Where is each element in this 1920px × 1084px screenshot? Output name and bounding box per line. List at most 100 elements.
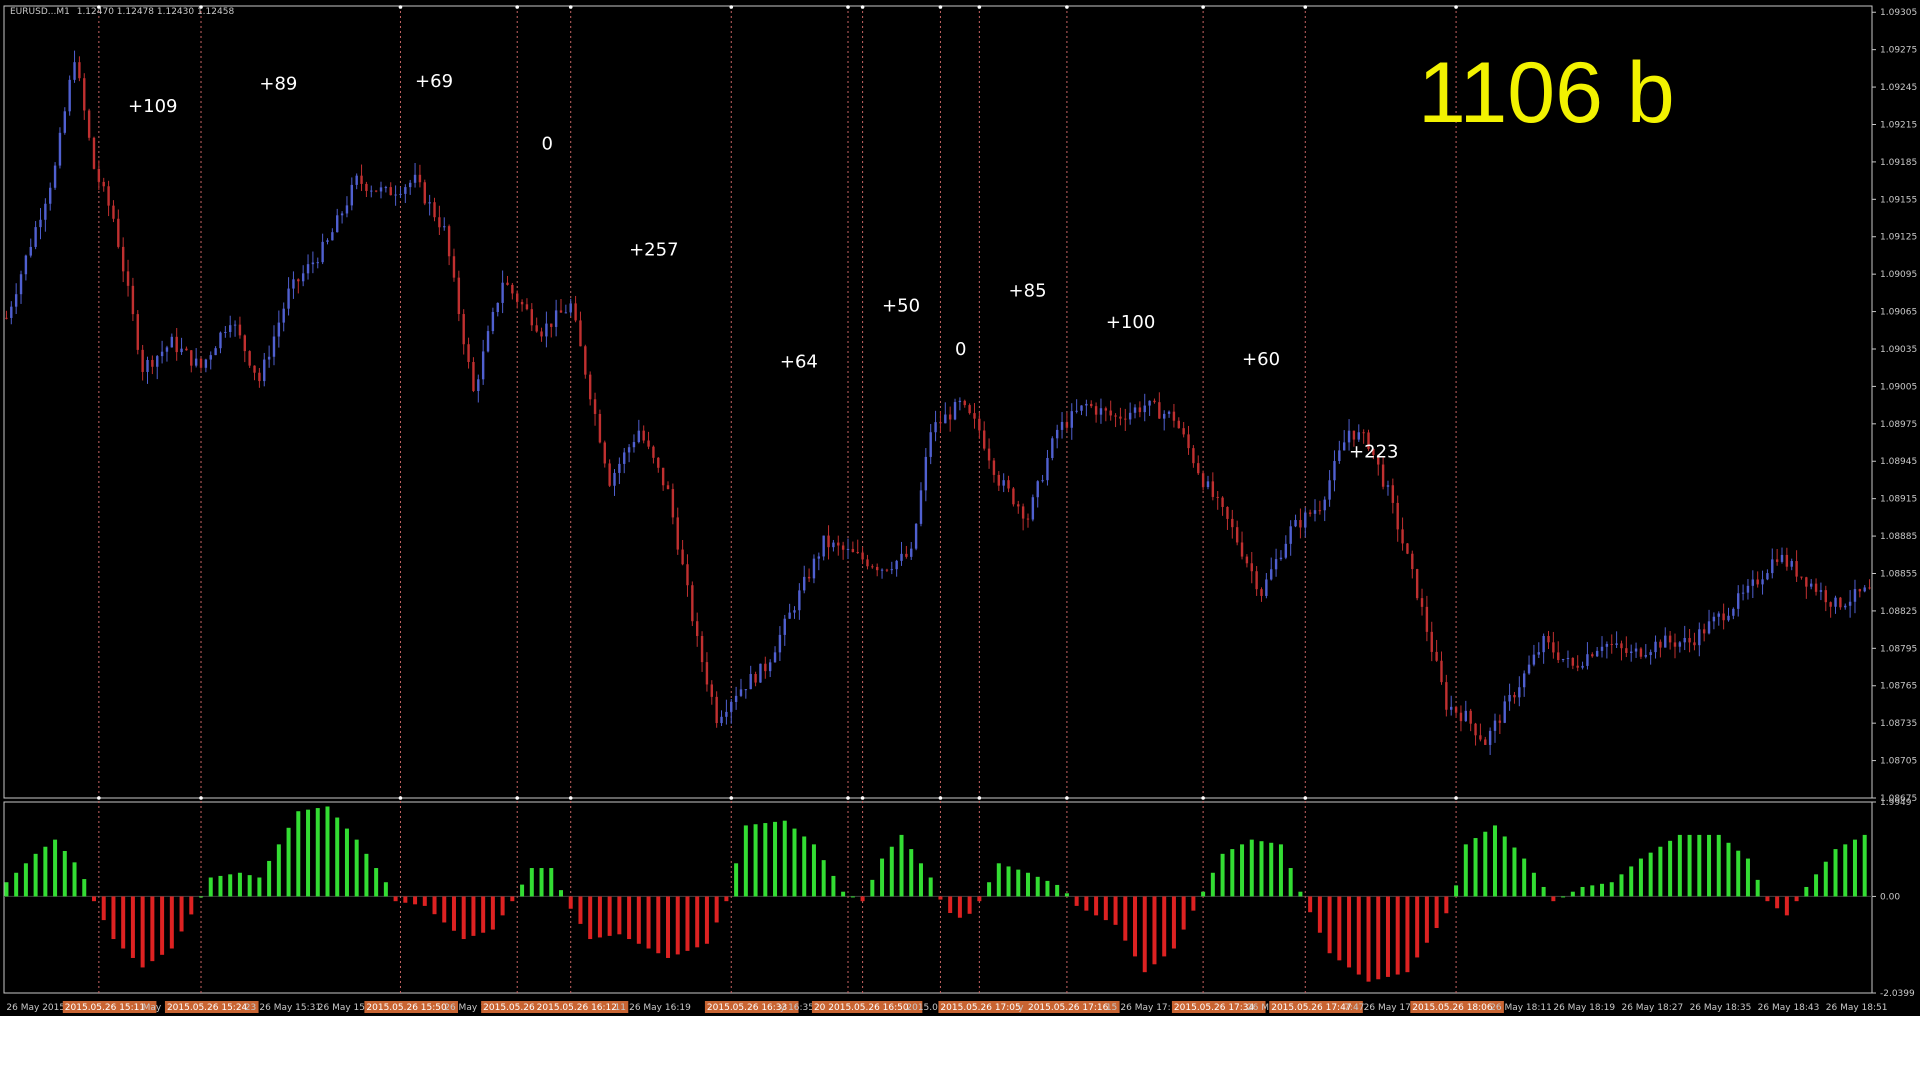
candle-body <box>1158 402 1161 419</box>
candle-body <box>1532 654 1536 665</box>
candle-body <box>204 359 208 368</box>
candle-body <box>1085 403 1088 406</box>
oscillator-bar <box>1142 896 1147 973</box>
candle-body <box>1464 710 1468 722</box>
candle-body <box>433 202 436 218</box>
candle-body <box>472 361 475 391</box>
candle-body <box>973 413 976 419</box>
oscillator-bar <box>889 846 894 897</box>
oscillator-bar <box>880 858 885 897</box>
time-axis-label: 26 M <box>1247 1003 1269 1013</box>
candle-body <box>535 325 538 332</box>
candle-body <box>1488 730 1492 745</box>
candle-body <box>501 282 504 303</box>
candle-body <box>447 226 451 257</box>
candle-body <box>1333 460 1336 481</box>
oscillator-bar <box>500 896 505 916</box>
candle-body <box>438 217 441 228</box>
candle-body <box>1138 407 1142 413</box>
candle-body <box>1099 408 1103 415</box>
candle-body <box>623 452 626 464</box>
candle-body <box>827 535 830 548</box>
candle-body <box>399 193 402 195</box>
oscillator-bar <box>1347 896 1352 968</box>
oscillator-bar <box>1668 840 1673 897</box>
candle-body <box>1323 499 1326 511</box>
candle-body <box>1440 660 1443 683</box>
candle-body <box>1848 601 1852 606</box>
oscillator-bar <box>1395 896 1400 975</box>
time-axis-label: 15 <box>1106 1003 1117 1013</box>
candle-body <box>1605 643 1609 647</box>
oscillator-bar <box>1570 891 1575 897</box>
oscillator-bar <box>831 875 836 897</box>
time-axis-label: 26 May 17: <box>1120 1003 1170 1013</box>
price-tick-label: 1.09275 <box>1880 46 1917 56</box>
candle-body <box>934 422 937 433</box>
candle-body <box>1824 590 1827 603</box>
oscillator-bar <box>1113 896 1118 925</box>
price-tick-label: 1.09155 <box>1880 195 1917 205</box>
marker-top-dot <box>1201 5 1205 9</box>
oscillator-bar <box>821 860 826 897</box>
candle-body <box>1595 650 1599 657</box>
candle-body <box>1766 573 1769 580</box>
price-tick-label: 1.09005 <box>1880 382 1917 392</box>
candle-body <box>579 320 582 347</box>
oscillator-bar <box>189 896 194 915</box>
time-axis-label: y <box>1018 1003 1024 1013</box>
candle-body <box>1649 652 1652 656</box>
candle-body <box>365 183 368 191</box>
candle-body <box>151 359 154 367</box>
price-tick-label: 1.08765 <box>1880 682 1917 692</box>
oscillator-bar <box>1843 844 1848 897</box>
trade-result-label: +89 <box>259 74 297 95</box>
candle-body <box>516 293 519 302</box>
oscillator-bar <box>977 896 982 902</box>
candle-body <box>540 331 543 337</box>
oscillator-bar <box>237 872 242 897</box>
time-marker-label: 2015.05.26 17:47 <box>1271 1003 1351 1013</box>
oscillator-bar <box>1609 882 1614 897</box>
oscillator-bar <box>1240 844 1245 897</box>
marker-mid-dot <box>1201 796 1205 800</box>
candle-body <box>107 186 110 206</box>
candle-body <box>389 187 392 196</box>
candle-body <box>1313 510 1317 514</box>
total-points-label: 1106 b <box>1418 45 1675 141</box>
candle-body <box>1819 590 1823 592</box>
time-axis-label: 26 May 18:27 <box>1621 1003 1683 1013</box>
candle-body <box>652 446 655 458</box>
candle-body <box>1474 723 1477 736</box>
oscillator-bar <box>228 874 233 897</box>
oscillator-bar <box>549 868 554 897</box>
oscillator-bar <box>286 827 291 897</box>
oscillator-bar <box>967 896 972 914</box>
candle-body <box>1381 464 1385 487</box>
candle-body <box>1192 448 1195 464</box>
candle-body <box>710 684 713 697</box>
oscillator-bar <box>607 896 612 936</box>
candle-body <box>1858 589 1862 592</box>
candle-body <box>730 701 733 712</box>
candle-body <box>1518 687 1521 698</box>
candle-body <box>1673 642 1677 647</box>
candle-body <box>569 303 572 313</box>
candle-body <box>910 548 913 557</box>
oscillator-bar <box>1327 896 1332 954</box>
candle-body <box>846 548 850 550</box>
candle-body <box>1844 605 1847 608</box>
oscillator-bar <box>948 896 953 914</box>
candle-body <box>1839 597 1842 608</box>
oscillator-bar <box>1512 847 1517 897</box>
oscillator-bar <box>646 896 651 949</box>
oscillator-bar <box>860 896 865 902</box>
oscillator-bar <box>1726 842 1731 897</box>
candle-body <box>783 618 786 635</box>
candle-body <box>1683 637 1686 643</box>
candle-body <box>141 349 144 372</box>
oscillator-bar <box>199 896 204 898</box>
candle-body <box>1450 706 1453 710</box>
candle-body <box>914 523 918 549</box>
oscillator-bar <box>1424 896 1429 943</box>
